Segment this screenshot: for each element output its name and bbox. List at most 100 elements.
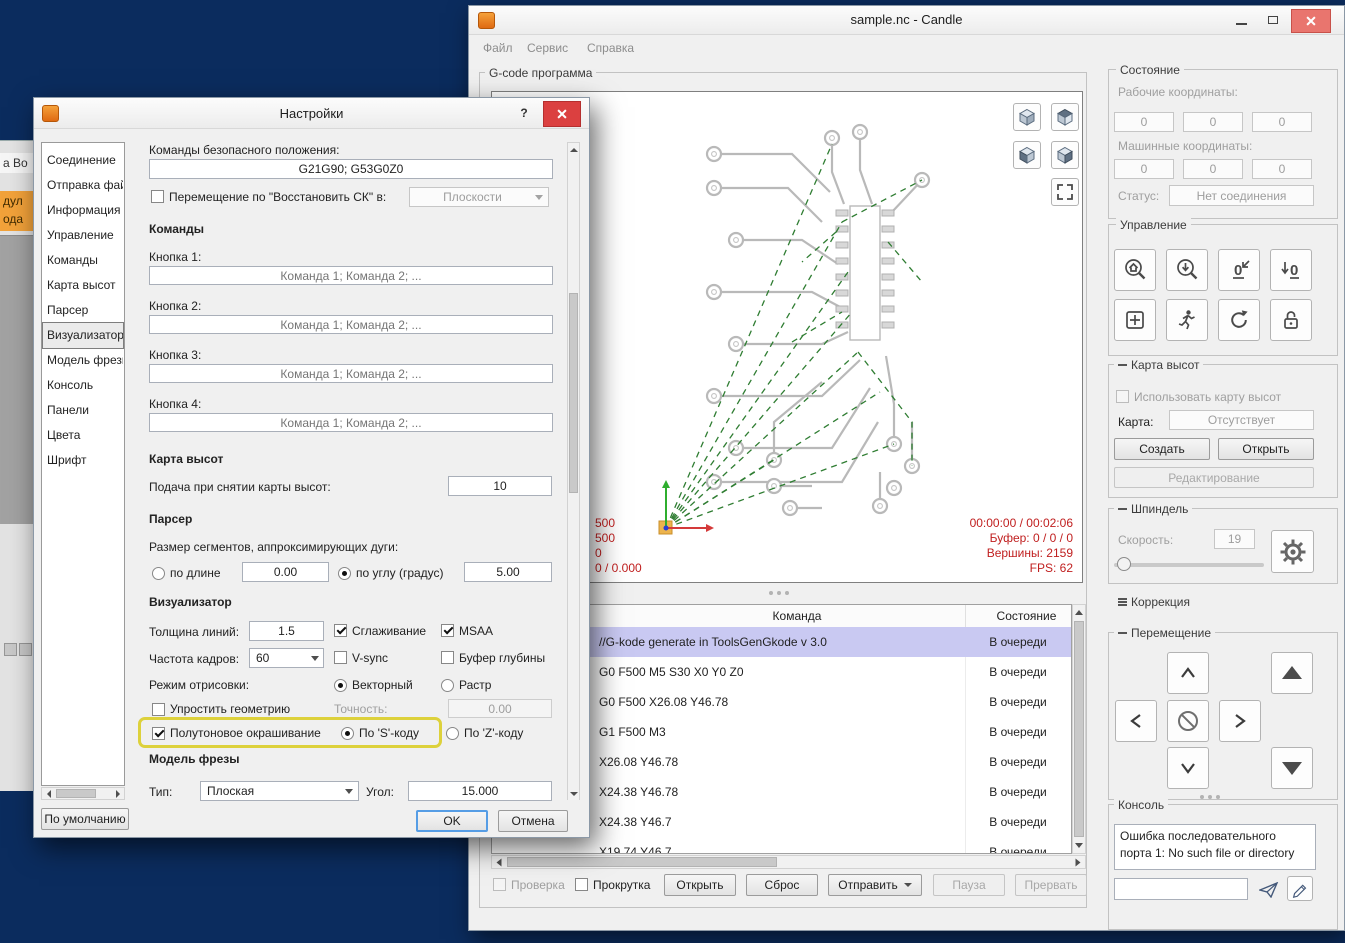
menu-service[interactable]: Сервис xyxy=(527,41,568,55)
close-button[interactable] xyxy=(1291,9,1331,33)
console-log[interactable]: Ошибка последовательного порта 1: No suc… xyxy=(1114,824,1316,870)
jog-x-minus-button[interactable] xyxy=(1115,700,1157,742)
pause-button[interactable]: Пауза xyxy=(933,874,1005,896)
scroll-right-arrow[interactable] xyxy=(111,788,124,799)
help-button[interactable]: ? xyxy=(512,103,536,123)
jog-y-plus-button[interactable] xyxy=(1167,652,1209,694)
menu-file[interactable]: Файл xyxy=(483,41,513,55)
sidebar-item-commands[interactable]: Команды xyxy=(43,248,123,273)
spindle-toggle-button[interactable] xyxy=(1271,530,1314,573)
safe-position-button[interactable] xyxy=(1166,299,1208,341)
table-hscrollbar[interactable] xyxy=(491,855,1086,869)
zero-z-button[interactable]: 0 xyxy=(1270,249,1312,291)
scroll-right-arrow[interactable] xyxy=(1071,856,1085,868)
home-button[interactable] xyxy=(1114,249,1156,291)
by-length-radio[interactable] xyxy=(152,567,165,580)
sidebar-item-machine-info[interactable]: Информация о xyxy=(43,198,123,223)
settings-sidebar[interactable]: Соединение Отправка файл Информация о Уп… xyxy=(41,142,125,786)
probe-feed-input[interactable] xyxy=(448,476,552,496)
restore-origin-button[interactable] xyxy=(1114,299,1156,341)
heightmap-group-title[interactable]: Карта высот xyxy=(1114,358,1204,372)
heightmap-open-button[interactable]: Открыть xyxy=(1218,438,1314,460)
by-angle-input[interactable] xyxy=(464,562,552,582)
grayscale-checkbox[interactable] xyxy=(152,727,165,740)
simplify-checkbox[interactable] xyxy=(152,703,165,716)
settings-titlebar[interactable]: Настройки ? xyxy=(34,98,589,129)
reset-button[interactable] xyxy=(1218,299,1260,341)
safe-commands-input[interactable] xyxy=(149,159,553,179)
jog-z-minus-button[interactable] xyxy=(1271,747,1313,789)
correction-group-title[interactable]: Коррекция xyxy=(1114,595,1194,609)
scroll-down-arrow[interactable] xyxy=(568,787,579,800)
sidebar-item-tool-model[interactable]: Модель фрезы xyxy=(43,348,123,373)
sidebar-item-font[interactable]: Шрифт xyxy=(43,448,123,473)
by-angle-radio[interactable] xyxy=(338,567,351,580)
view-side-button[interactable] xyxy=(1051,141,1079,169)
console-command-input[interactable] xyxy=(1114,878,1248,900)
z-code-radio[interactable] xyxy=(446,727,459,740)
abort-button[interactable]: Прервать xyxy=(1015,874,1087,896)
ok-button[interactable]: OK xyxy=(416,810,488,832)
table-row[interactable]: X19.74 Y46.7 В очереди xyxy=(492,837,1071,853)
collapse-icon[interactable] xyxy=(1118,508,1127,510)
open-file-button[interactable]: Открыть xyxy=(664,874,736,896)
vector-radio[interactable] xyxy=(334,679,347,692)
send-dropdown-icon[interactable] xyxy=(903,883,912,887)
tool-type-select[interactable]: Плоская xyxy=(200,781,359,801)
jog-x-plus-button[interactable] xyxy=(1219,700,1261,742)
table-vscrollbar[interactable] xyxy=(1072,604,1086,854)
button1-input[interactable] xyxy=(149,266,553,285)
jog-stop-button[interactable] xyxy=(1167,700,1209,742)
sidebar-item-console[interactable]: Консоль xyxy=(43,373,123,398)
scroll-left-arrow[interactable] xyxy=(42,788,55,799)
heightmap-create-button[interactable]: Создать xyxy=(1114,438,1210,460)
check-mode-checkbox[interactable] xyxy=(493,878,506,891)
view-top-button[interactable] xyxy=(1051,103,1079,131)
collapse-icon[interactable] xyxy=(1118,632,1127,634)
sidebar-item-panels[interactable]: Панели xyxy=(43,398,123,423)
line-width-input[interactable] xyxy=(249,621,324,641)
unlock-button[interactable] xyxy=(1270,299,1312,341)
antialiasing-checkbox[interactable] xyxy=(334,624,347,637)
spindle-group-title[interactable]: Шпиндель xyxy=(1114,502,1193,516)
view-isometric-button[interactable] xyxy=(1013,103,1041,131)
sidebar-item-heightmap[interactable]: Карта высот xyxy=(43,273,123,298)
sidebar-item-parser[interactable]: Парсер xyxy=(43,298,123,323)
minimize-button[interactable] xyxy=(1227,10,1255,30)
fit-view-button[interactable] xyxy=(1051,178,1079,206)
scroll-down-arrow[interactable] xyxy=(1073,838,1085,853)
scrollbar-thumb[interactable] xyxy=(56,789,96,798)
scroll-left-arrow[interactable] xyxy=(492,856,506,868)
column-header-state[interactable]: Состояние xyxy=(982,609,1071,623)
console-send-button[interactable] xyxy=(1257,880,1281,900)
sidebar-item-visualizer[interactable]: Визуализатор xyxy=(42,322,124,349)
console-clear-button[interactable] xyxy=(1287,876,1313,901)
s-code-radio[interactable] xyxy=(341,727,354,740)
restore-cs-select[interactable]: Плоскости xyxy=(409,187,549,207)
scrollbar-thumb[interactable] xyxy=(507,857,777,867)
sidebar-item-connection[interactable]: Соединение xyxy=(43,148,123,173)
menu-help[interactable]: Справка xyxy=(587,41,634,55)
heightmap-edit-button[interactable]: Редактирование xyxy=(1114,467,1314,488)
sidebar-hscrollbar[interactable] xyxy=(41,787,125,800)
collapse-icon[interactable] xyxy=(1118,364,1127,366)
maximize-button[interactable] xyxy=(1259,10,1287,30)
expand-icon[interactable] xyxy=(1118,598,1127,606)
button2-input[interactable] xyxy=(149,315,553,334)
button3-input[interactable] xyxy=(149,364,553,383)
jog-group-title[interactable]: Перемещение xyxy=(1114,626,1215,640)
jog-z-plus-button[interactable] xyxy=(1271,652,1313,694)
probe-z-button[interactable] xyxy=(1166,249,1208,291)
cancel-button[interactable]: Отмена xyxy=(498,810,568,832)
zbuffer-checkbox[interactable] xyxy=(441,651,454,664)
scroll-up-arrow[interactable] xyxy=(1073,605,1085,620)
close-button[interactable] xyxy=(543,101,581,127)
vsync-checkbox[interactable] xyxy=(334,651,347,664)
scroll-up-arrow[interactable] xyxy=(568,143,579,156)
settings-vscrollbar[interactable] xyxy=(567,142,580,800)
candle-titlebar[interactable]: sample.nc - Candle xyxy=(469,6,1344,35)
spindle-speed-slider[interactable] xyxy=(1114,563,1264,567)
sidebar-item-file-sending[interactable]: Отправка файл xyxy=(43,173,123,198)
autoscroll-checkbox[interactable] xyxy=(575,878,588,891)
tool-angle-input[interactable] xyxy=(408,781,552,801)
